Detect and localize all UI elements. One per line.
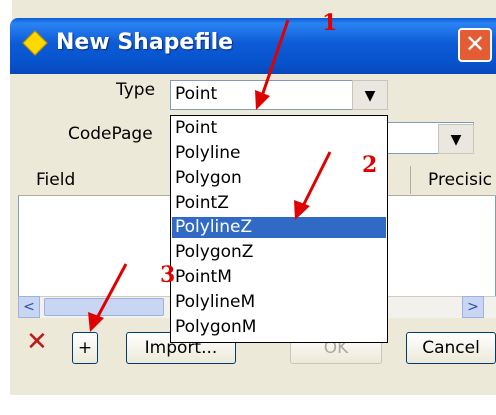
annotation-number-1: 1: [322, 10, 338, 36]
arrow-3-icon: [88, 263, 128, 332]
annotation-overlay: [88, 19, 332, 332]
annotation-number-2: 2: [362, 152, 378, 178]
arrow-2-icon: [294, 151, 332, 220]
annotation-number-3: 3: [160, 262, 176, 288]
arrow-1-icon: [255, 19, 290, 110]
